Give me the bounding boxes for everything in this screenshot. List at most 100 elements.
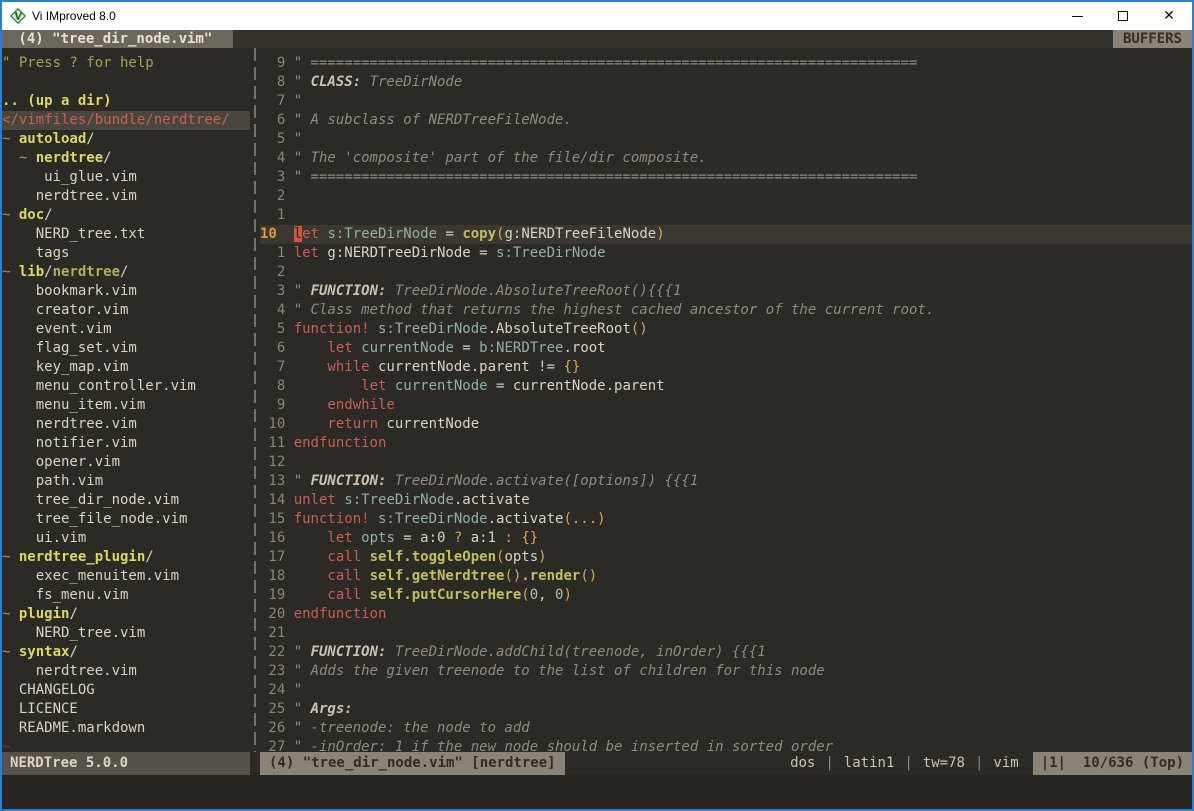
window-separator[interactable]: [250, 48, 260, 752]
tree-row[interactable]: NERD_tree.txt: [2, 225, 250, 244]
line-number: 13: [260, 472, 285, 491]
code-line[interactable]: 17 call self.toggleOpen(opts): [260, 548, 1192, 567]
code-line[interactable]: 18 call self.getNerdtree().render(): [260, 567, 1192, 586]
tree-row[interactable]: nerdtree.vim: [2, 187, 250, 206]
tree-row[interactable]: nerdtree.vim: [2, 662, 250, 681]
line-number: 12: [260, 453, 285, 472]
tree-row[interactable]: flag_set.vim: [2, 339, 250, 358]
line-number: 4: [260, 149, 285, 168]
statusline-filename: (4) "tree_dir_node.vim" [nerdtree]: [260, 752, 565, 775]
tree-row[interactable]: ~: [2, 738, 250, 752]
line-number: 10: [260, 415, 285, 434]
tree-row[interactable]: ui_glue.vim: [2, 168, 250, 187]
tree-row[interactable]: ~ plugin/: [2, 605, 250, 624]
code-line[interactable]: 12: [260, 453, 1192, 472]
tree-row[interactable]: ~ doc/: [2, 206, 250, 225]
tree-row[interactable]: CHANGELOG: [2, 681, 250, 700]
code-line[interactable]: 23" Adds the given treenode to the list …: [260, 662, 1192, 681]
code-line[interactable]: 24": [260, 681, 1192, 700]
tree-row[interactable]: README.markdown: [2, 719, 250, 738]
tree-row[interactable]: key_map.vim: [2, 358, 250, 377]
tree-row[interactable]: menu_controller.vim: [2, 377, 250, 396]
code-line[interactable]: 22" FUNCTION: TreeDirNode.addChild(treen…: [260, 643, 1192, 662]
code-line[interactable]: 2: [260, 187, 1192, 206]
tree-row[interactable]: ~ autoload/: [2, 130, 250, 149]
command-line[interactable]: [2, 775, 1192, 809]
tree-row[interactable]: fs_menu.vim: [2, 586, 250, 605]
tree-row[interactable]: creator.vim: [2, 301, 250, 320]
tree-row[interactable]: ~ nerdtree/: [2, 149, 250, 168]
code-line[interactable]: 9" =====================================…: [260, 54, 1192, 73]
line-number: 11: [260, 434, 285, 453]
tree-row[interactable]: ui.vim: [2, 529, 250, 548]
code-line[interactable]: 3" =====================================…: [260, 168, 1192, 187]
tree-row[interactable]: bookmark.vim: [2, 282, 250, 301]
tree-row[interactable]: tags: [2, 244, 250, 263]
code-line[interactable]: 15function! s:TreeDirNode.activate(...): [260, 510, 1192, 529]
code-line[interactable]: 20endfunction: [260, 605, 1192, 624]
code-line[interactable]: 27" -inOrder: 1 if the new node should b…: [260, 738, 1192, 752]
tree-row[interactable]: opener.vim: [2, 453, 250, 472]
tree-row[interactable]: exec_menuitem.vim: [2, 567, 250, 586]
vim-icon: [10, 8, 26, 24]
vim-window: Vi IMproved 8.0 ✕ (4) "tree_dir_node.vim…: [0, 0, 1194, 811]
code-line[interactable]: 8 let currentNode = currentNode.parent: [260, 377, 1192, 396]
tree-row[interactable]: [2, 73, 250, 92]
code-line[interactable]: 21: [260, 624, 1192, 643]
code-line[interactable]: 4" Class method that returns the highest…: [260, 301, 1192, 320]
code-line[interactable]: 10 return currentNode: [260, 415, 1192, 434]
tree-row[interactable]: event.vim: [2, 320, 250, 339]
line-number: 27: [260, 738, 285, 752]
code-line[interactable]: 3" FUNCTION: TreeDirNode.AbsoluteTreeRoo…: [260, 282, 1192, 301]
nerdtree-panel: " Press ? for help .. (up a dir)</vimfile…: [2, 48, 250, 752]
code-line[interactable]: 13" FUNCTION: TreeDirNode.activate([opti…: [260, 472, 1192, 491]
line-number: 7: [260, 92, 285, 111]
tab-tree-dir-node[interactable]: (4) "tree_dir_node.vim": [2, 30, 233, 48]
code-line[interactable]: 9 endwhile: [260, 396, 1192, 415]
tree-row[interactable]: tree_dir_node.vim: [2, 491, 250, 510]
tree-row[interactable]: ~ syntax/: [2, 643, 250, 662]
code-line[interactable]: 7": [260, 92, 1192, 111]
tree-row[interactable]: " Press ? for help: [2, 54, 250, 73]
code-line[interactable]: 14unlet s:TreeDirNode.activate: [260, 491, 1192, 510]
code-line[interactable]: 16 let opts = a:0 ? a:1 : {}: [260, 529, 1192, 548]
titlebar: Vi IMproved 8.0 ✕: [2, 2, 1192, 30]
close-button[interactable]: ✕: [1146, 2, 1192, 30]
tree-row[interactable]: NERD_tree.vim: [2, 624, 250, 643]
line-number: 24: [260, 681, 285, 700]
statusline-flags: dos|latin1|tw=78|vim: [790, 752, 1033, 775]
code-line[interactable]: 4" The 'composite' part of the file/dir …: [260, 149, 1192, 168]
minimize-button[interactable]: [1054, 2, 1100, 30]
line-number: 14: [260, 491, 285, 510]
code-line[interactable]: 1let g:NERDTreeDirNode = s:TreeDirNode: [260, 244, 1192, 263]
line-number: 1: [260, 244, 285, 263]
tree-row[interactable]: path.vim: [2, 472, 250, 491]
code-line[interactable]: 2: [260, 263, 1192, 282]
code-line[interactable]: 1: [260, 206, 1192, 225]
code-line[interactable]: 6" A subclass of NERDTreeFileNode.: [260, 111, 1192, 130]
code-line[interactable]: 26" -treenode: the node to add: [260, 719, 1192, 738]
tree-row[interactable]: LICENCE: [2, 700, 250, 719]
maximize-button[interactable]: [1100, 2, 1146, 30]
tree-root-row[interactable]: </vimfiles/bundle/nerdtree/: [2, 111, 250, 130]
nerdtree-statusline: NERDTree 5.0.0: [2, 752, 250, 775]
line-number: 2: [260, 263, 285, 282]
tree-row[interactable]: notifier.vim: [2, 434, 250, 453]
line-number: 1: [260, 206, 285, 225]
tree-row[interactable]: ~ lib/nerdtree/: [2, 263, 250, 282]
tree-row[interactable]: .. (up a dir): [2, 92, 250, 111]
tree-row[interactable]: menu_item.vim: [2, 396, 250, 415]
tree-row[interactable]: nerdtree.vim: [2, 415, 250, 434]
tree-row[interactable]: ~ nerdtree_plugin/: [2, 548, 250, 567]
code-line[interactable]: 7 while currentNode.parent != {}: [260, 358, 1192, 377]
code-line-cursor[interactable]: 10let s:TreeDirNode = copy(g:NERDTreeFil…: [260, 225, 1192, 244]
code-line[interactable]: 11endfunction: [260, 434, 1192, 453]
code-line[interactable]: 25" Args:: [260, 700, 1192, 719]
code-line[interactable]: 5": [260, 130, 1192, 149]
code-line[interactable]: 19 call self.putCursorHere(0, 0): [260, 586, 1192, 605]
tree-row[interactable]: tree_file_node.vim: [2, 510, 250, 529]
buffers-tab[interactable]: BUFFERS: [1113, 30, 1192, 48]
code-line[interactable]: 5function! s:TreeDirNode.AbsoluteTreeRoo…: [260, 320, 1192, 339]
code-line[interactable]: 8" CLASS: TreeDirNode: [260, 73, 1192, 92]
code-line[interactable]: 6 let currentNode = b:NERDTree.root: [260, 339, 1192, 358]
